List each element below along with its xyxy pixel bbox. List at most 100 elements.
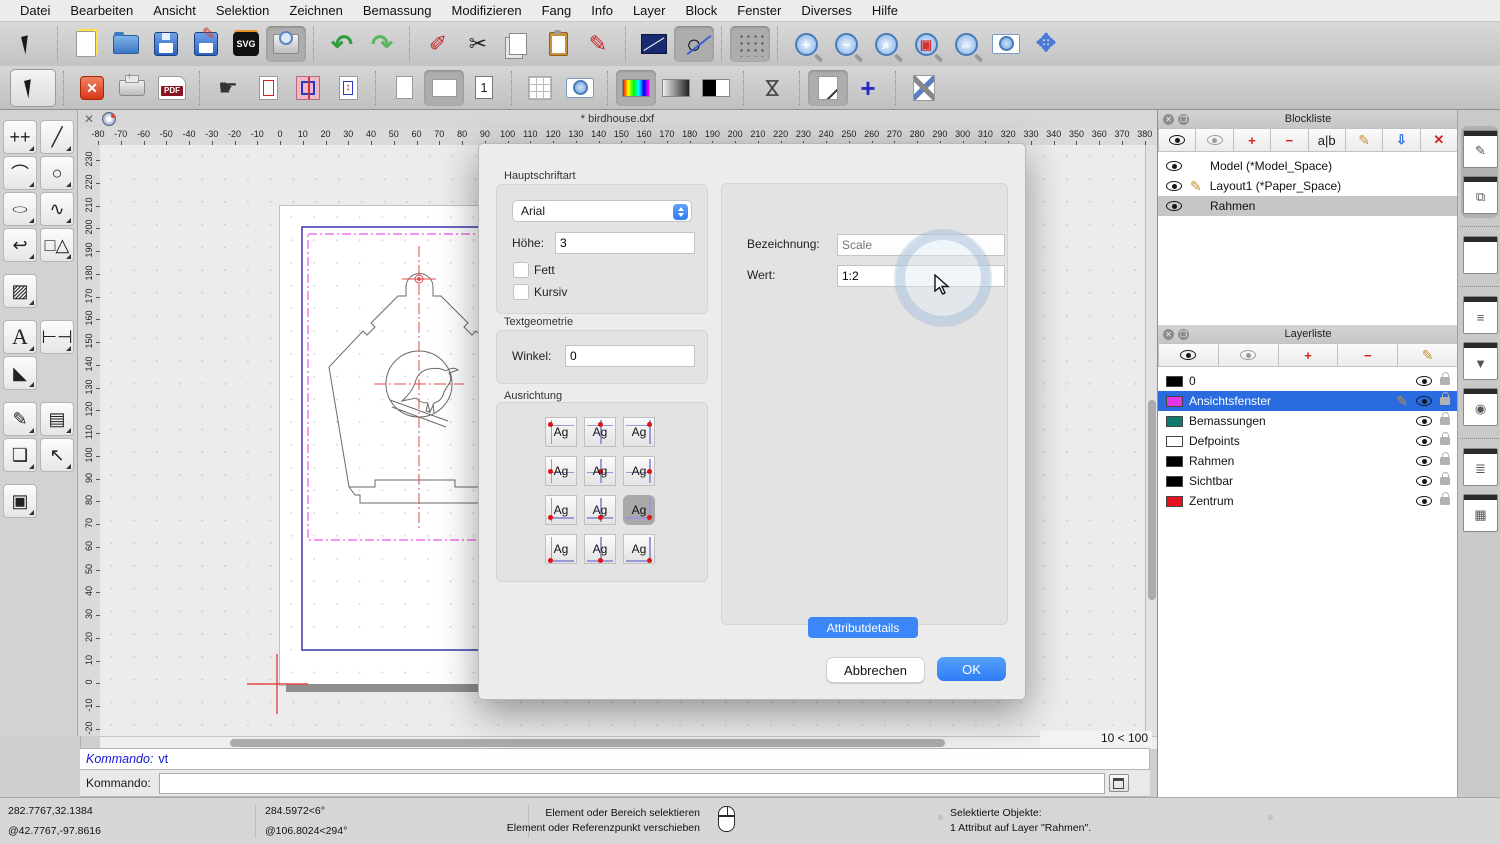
rename-block-button[interactable]: a|b [1309, 128, 1346, 152]
solid-tools-button[interactable]: ▣ [3, 484, 37, 518]
layer-row-0[interactable]: 0 [1158, 371, 1458, 391]
layer-lock-icon[interactable] [1440, 477, 1450, 485]
hairlines-button[interactable]: ⋈ [752, 70, 792, 106]
insert-block-button[interactable]: ⇩ [1383, 128, 1420, 152]
layer-visibility-icon[interactable] [1416, 496, 1432, 506]
copy-button[interactable] [498, 26, 538, 62]
draw-order-button[interactable]: ✐ [418, 26, 458, 62]
undo-button[interactable]: ↶ [322, 26, 362, 62]
command-input[interactable] [159, 773, 1105, 794]
menu-layer[interactable]: Layer [623, 3, 676, 18]
cancel-button[interactable]: Abbrechen [826, 657, 925, 683]
winkel-input[interactable] [565, 345, 695, 367]
menu-bearbeiten[interactable]: Bearbeiten [60, 3, 143, 18]
save-as-button[interactable] [186, 26, 226, 62]
alignment-button-12[interactable]: Ag [623, 534, 655, 564]
pan-button[interactable]: ✥ [1026, 26, 1066, 62]
layer-visibility-icon[interactable] [1416, 476, 1432, 486]
landscape-button[interactable] [424, 70, 464, 106]
dimension-tools-button[interactable]: ⊢⊣ [40, 320, 74, 354]
close-preview-button[interactable]: ✕ [72, 70, 112, 106]
horizontal-scrollbar-thumb[interactable] [230, 739, 945, 747]
block-row-rahmen[interactable]: Rahmen [1158, 196, 1458, 216]
remove-block-button[interactable]: − [1271, 128, 1308, 152]
menu-info[interactable]: Info [581, 3, 623, 18]
alignment-button-8[interactable]: Ag [584, 495, 616, 525]
auto-zoom-button[interactable]: ⌕ [866, 26, 906, 62]
alignment-button-3[interactable]: Ag [623, 417, 655, 447]
crop-marks-button[interactable] [288, 70, 328, 106]
layer-list-panel-button[interactable]: ≡ [1463, 296, 1498, 334]
layer-edit-icon[interactable]: ✎ [1396, 393, 1408, 410]
ellipse-tools-button[interactable]: ⬭ [3, 192, 37, 226]
layer-row-defpoints[interactable]: Defpoints [1158, 431, 1458, 451]
move-paper-button[interactable]: ☛ [208, 70, 248, 106]
menu-modifizieren[interactable]: Modifizieren [442, 3, 532, 18]
svg-export-button[interactable]: SVG [226, 26, 266, 62]
layer-row-sichtbar[interactable]: Sichtbar [1158, 471, 1458, 491]
block-tools-button[interactable]: ❏ [3, 438, 37, 472]
layer-visibility-icon[interactable] [1416, 436, 1432, 446]
hatch-tools-button[interactable]: ▨ [3, 274, 37, 308]
hide-all-layers-button[interactable] [1219, 343, 1279, 367]
alignment-button-2[interactable]: Ag [584, 417, 616, 447]
layer-visibility-icon[interactable] [1416, 376, 1432, 386]
menu-block[interactable]: Block [675, 3, 727, 18]
redo-button[interactable]: ↷ [362, 26, 402, 62]
fett-checkbox[interactable] [513, 262, 529, 278]
show-all-button[interactable] [1158, 128, 1196, 152]
shape-tools-button[interactable]: □△ [40, 228, 74, 262]
command-line-panel-button[interactable]: ≣ [1463, 448, 1498, 486]
property-editor-panel-button[interactable]: ▦ [1463, 494, 1498, 532]
viewport-button[interactable] [328, 70, 368, 106]
layer-row-bemassungen[interactable]: Bemassungen [1158, 411, 1458, 431]
document-tab-title[interactable]: * birdhouse.dxf [78, 113, 1157, 125]
pdf-export-button[interactable]: PDF [152, 70, 192, 106]
paste-button[interactable] [538, 26, 578, 62]
layerliste-close-icon[interactable]: ✕ [1163, 329, 1174, 340]
show-points-button[interactable]: + [848, 70, 888, 106]
print-preview-button[interactable] [266, 26, 306, 62]
zoom-window-button[interactable] [986, 26, 1026, 62]
alignment-button-5[interactable]: Ag [584, 456, 616, 486]
layer-row-ansichtsfenster[interactable]: Ansichtsfenster✎ [1158, 391, 1458, 411]
alignment-button-4[interactable]: Ag [545, 456, 577, 486]
layerliste-detach-icon[interactable]: ❐ [1178, 329, 1189, 340]
selection-filter-panel-button[interactable]: ▼ [1463, 342, 1498, 380]
save-button[interactable] [146, 26, 186, 62]
alignment-button-1[interactable]: Ag [545, 417, 577, 447]
block-visibility-icon[interactable] [1166, 201, 1182, 211]
alignment-button-7[interactable]: Ag [545, 495, 577, 525]
layer-visibility-icon[interactable] [1416, 416, 1432, 426]
kursiv-checkbox[interactable] [513, 284, 529, 300]
blockliste-close-icon[interactable]: ✕ [1163, 114, 1174, 125]
menu-datei[interactable]: Datei [10, 3, 60, 18]
alignment-button-9[interactable]: Ag [623, 495, 655, 525]
block-list-panel-button[interactable]: ✎ [1463, 130, 1498, 168]
circle-tools-button[interactable]: ○ [40, 156, 74, 190]
zoom-out-button[interactable]: − [826, 26, 866, 62]
arc-tools-button[interactable]: ⌒ [3, 156, 37, 190]
alignment-button-6[interactable]: Ag [623, 456, 655, 486]
add-block-button[interactable]: + [1234, 128, 1271, 152]
edit-pencil-button[interactable]: ✎ [578, 26, 618, 62]
command-options-button[interactable] [1109, 774, 1129, 792]
layer-lock-icon[interactable] [1440, 437, 1450, 445]
attributdetails-button[interactable]: Attributdetails [808, 617, 918, 638]
layer-visibility-icon[interactable] [1416, 396, 1432, 406]
zoom-previous-button[interactable]: ← [946, 26, 986, 62]
layer-row-zentrum[interactable]: Zentrum [1158, 491, 1458, 511]
hide-all-button[interactable] [1196, 128, 1233, 152]
distance-tool-button[interactable] [634, 26, 674, 62]
point-tools-button[interactable]: ++ [3, 120, 37, 154]
vertical-scrollbar-thumb[interactable] [1148, 400, 1156, 600]
polyline-tools-button[interactable]: ↩ [3, 228, 37, 262]
open-file-button[interactable] [106, 26, 146, 62]
viewport-panel-button[interactable] [1463, 236, 1498, 274]
layer-lock-icon[interactable] [1440, 497, 1450, 505]
print-button[interactable] [112, 70, 152, 106]
blockliste-detach-icon[interactable]: ❐ [1178, 114, 1189, 125]
block-visibility-icon[interactable] [1166, 161, 1182, 171]
purge-block-button[interactable]: ✕ [1421, 128, 1458, 152]
menu-fang[interactable]: Fang [532, 3, 582, 18]
